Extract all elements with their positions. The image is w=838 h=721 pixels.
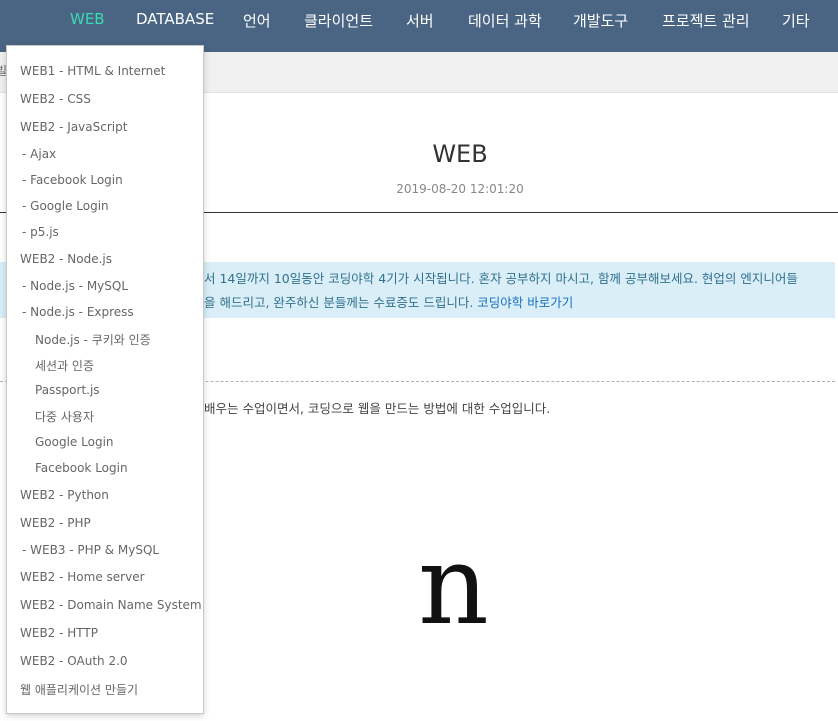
menu-item[interactable]: - Ajax bbox=[22, 147, 56, 161]
nav-etc[interactable]: 기타 bbox=[782, 10, 810, 31]
menu-item[interactable]: WEB2 - PHP bbox=[20, 516, 91, 530]
web-dropdown-menu: WEB1 - HTML & Internet WEB2 - CSS WEB2 -… bbox=[6, 45, 204, 714]
menu-item[interactable]: Facebook Login bbox=[35, 461, 128, 475]
menu-item[interactable]: WEB2 - JavaScript bbox=[20, 120, 127, 134]
nav-client[interactable]: 클라이언트 bbox=[304, 10, 373, 31]
menu-item[interactable]: WEB2 - Python bbox=[20, 488, 109, 502]
nav-database[interactable]: DATABASE bbox=[136, 10, 214, 28]
menu-item[interactable]: WEB1 - HTML & Internet bbox=[20, 64, 165, 78]
menu-item[interactable]: WEB2 - Home server bbox=[20, 570, 145, 584]
notice-text-line1: 서 14일까지 10일동안 코딩야학 4기가 시작됩니다. 혼자 공부하지 마시… bbox=[204, 271, 798, 286]
menu-item[interactable]: WEB2 - Domain Name System bbox=[20, 598, 202, 612]
menu-item[interactable]: - Facebook Login bbox=[22, 173, 123, 187]
nav-project-management[interactable]: 프로젝트 관리 bbox=[662, 10, 750, 31]
menu-item[interactable]: 다중 사용자 bbox=[35, 408, 94, 425]
menu-item[interactable]: - WEB3 - PHP & MySQL bbox=[22, 543, 159, 557]
nav-server[interactable]: 서버 bbox=[406, 10, 434, 31]
menu-item[interactable]: - Google Login bbox=[22, 199, 109, 213]
notice-text-line2: 을 해드리고, 완주하신 분들께는 수료증도 드립니다. 코딩야학 바로가기 bbox=[204, 292, 573, 311]
nav-language[interactable]: 언어 bbox=[243, 10, 271, 31]
menu-item[interactable]: - p5.js bbox=[22, 225, 59, 239]
menu-item[interactable]: 세션과 인증 bbox=[35, 357, 94, 374]
nav-dev-tools[interactable]: 개발도구 bbox=[573, 10, 628, 31]
intro-text: 배우는 수업이면서, 코딩으로 웹을 만드는 방법에 대한 수업입니다. bbox=[204, 401, 551, 416]
page-title: WEB bbox=[432, 140, 488, 168]
menu-item[interactable]: - Node.js - MySQL bbox=[22, 279, 128, 293]
menu-item[interactable]: WEB2 - CSS bbox=[20, 92, 91, 106]
menu-item[interactable]: Google Login bbox=[35, 435, 114, 449]
menu-item[interactable]: 웹 애플리케이션 만들기 bbox=[20, 681, 138, 698]
menu-item[interactable]: WEB2 - HTTP bbox=[20, 626, 98, 640]
menu-item[interactable]: Node.js - 쿠키와 인증 bbox=[35, 331, 151, 348]
nav-data-science[interactable]: 데이터 과학 bbox=[468, 10, 542, 31]
menu-item[interactable]: WEB2 - OAuth 2.0 bbox=[20, 654, 128, 668]
post-date: 2019-08-20 12:01:20 bbox=[396, 182, 524, 196]
notice-text-line2-body: 을 해드리고, 완주하신 분들께는 수료증도 드립니다. bbox=[204, 295, 478, 310]
logo-glyph: n bbox=[418, 521, 489, 649]
nav-web[interactable]: WEB bbox=[70, 10, 105, 28]
menu-item[interactable]: WEB2 - Node.js bbox=[20, 252, 112, 266]
coding-night-school-link[interactable]: 코딩야학 바로가기 bbox=[477, 295, 573, 310]
menu-item[interactable]: - Node.js - Express bbox=[22, 305, 134, 319]
menu-item[interactable]: Passport.js bbox=[35, 383, 100, 397]
